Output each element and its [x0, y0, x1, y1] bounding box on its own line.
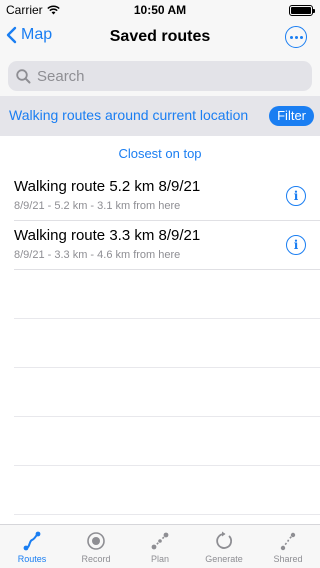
list-item[interactable]: Walking route 5.2 km 8/9/21 8/9/21 - 5.2… [14, 172, 320, 221]
status-time: 10:50 AM [133, 3, 187, 17]
search-icon [16, 68, 31, 83]
list-item[interactable]: Walking route 3.3 km 8/9/21 8/9/21 - 3.3… [14, 221, 320, 270]
search-input[interactable] [37, 67, 297, 85]
status-bar: Carrier 10:50 AM [0, 0, 320, 20]
tab-record[interactable]: Record [64, 525, 128, 568]
route-list: Walking route 5.2 km 8/9/21 8/9/21 - 5.2… [0, 172, 320, 270]
tab-plan[interactable]: Plan [128, 525, 192, 568]
tab-label: Plan [150, 554, 169, 564]
tab-label: Shared [273, 554, 303, 564]
divider [14, 270, 320, 319]
tab-label: Record [81, 554, 111, 564]
tab-shared[interactable]: Shared [256, 525, 320, 568]
tab-bar: Routes Record Plan Generate Shared [0, 524, 320, 568]
shared-icon [280, 532, 296, 551]
divider [14, 466, 320, 515]
tab-generate[interactable]: Generate [192, 525, 256, 568]
sort-order-button[interactable]: Closest on top [0, 146, 320, 161]
tab-routes[interactable]: Routes [0, 525, 64, 568]
tab-label: Routes [17, 554, 47, 564]
search-area [0, 56, 320, 96]
dot [294, 35, 298, 39]
more-options-button[interactable] [285, 26, 307, 48]
empty-list-area [14, 270, 320, 515]
tab-label: Generate [205, 554, 243, 564]
route-title: Walking route 3.3 km 8/9/21 [14, 227, 201, 244]
divider [14, 417, 320, 466]
filter-bar: Walking routes around current location F… [0, 96, 320, 136]
route-subtitle: 8/9/21 - 5.2 km - 3.1 km from here [14, 200, 181, 212]
route-subtitle: 8/9/21 - 3.3 km - 4.6 km from here [14, 249, 181, 261]
battery-icon [289, 5, 315, 16]
divider [14, 319, 320, 368]
generate-icon [216, 531, 233, 549]
search-box[interactable] [8, 61, 312, 91]
filter-description[interactable]: Walking routes around current location [9, 107, 248, 123]
route-title: Walking route 5.2 km 8/9/21 [14, 178, 201, 195]
filter-button[interactable]: Filter [269, 106, 314, 126]
navigation-bar: Map Saved routes [0, 20, 320, 56]
divider [14, 368, 320, 417]
info-icon[interactable]: i [286, 235, 306, 255]
info-icon[interactable]: i [286, 186, 306, 206]
record-icon [87, 532, 105, 550]
routes-icon [23, 531, 41, 551]
page-title: Saved routes [109, 28, 211, 45]
plan-icon [151, 532, 169, 550]
dot [289, 35, 293, 39]
dot [299, 35, 303, 39]
